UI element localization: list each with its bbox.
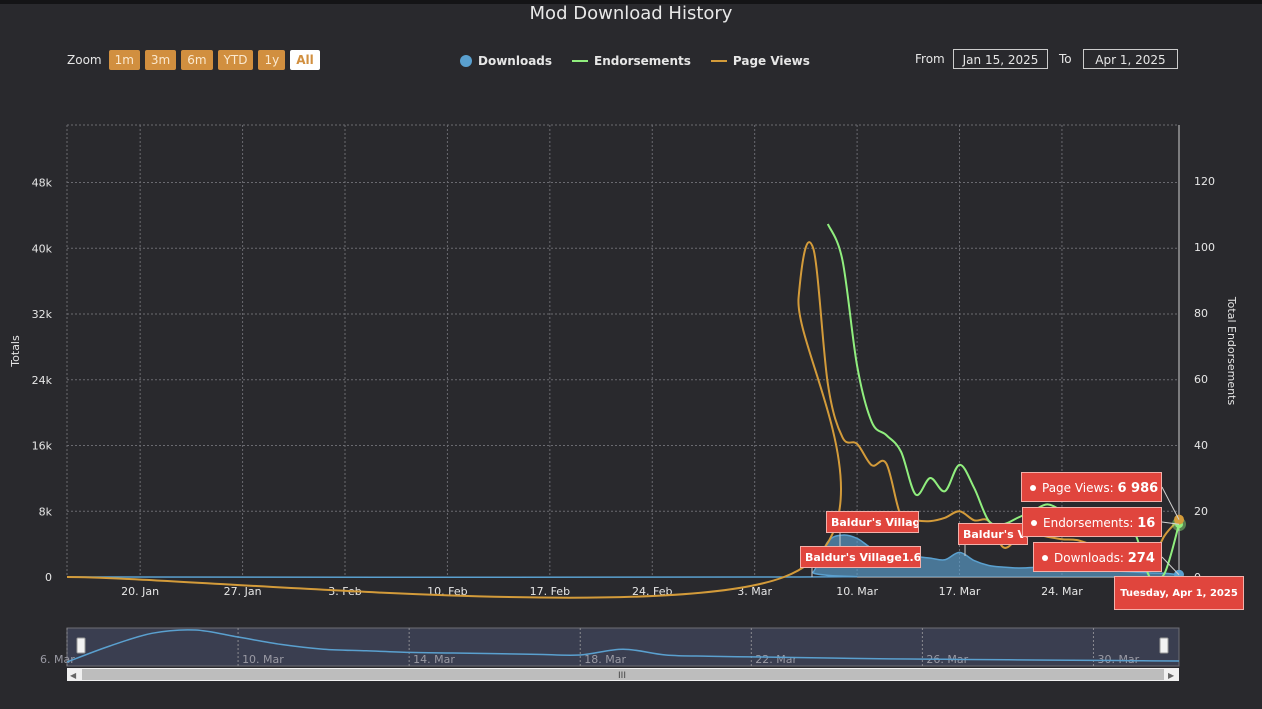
scrollbar-grip-icon: III (618, 671, 626, 681)
tooltip-downloads: Downloads: 274 (1033, 542, 1162, 572)
tooltip-endorsements: Endorsements: 16 (1022, 507, 1162, 537)
tooltip-page-views-value: 6 986 (1117, 481, 1159, 496)
navigator-tick-label: 10. Mar (242, 653, 284, 666)
navigator-tick-label: 22. Mar (755, 653, 797, 666)
y-right-tick-label: 20 (1194, 505, 1208, 518)
y-left-axis-title: Totals (9, 335, 22, 368)
x-tick-label: 10. Mar (836, 585, 878, 598)
y-right-tick-label: 40 (1194, 439, 1208, 452)
navigator-right-handle (1159, 637, 1169, 654)
tooltip-endorsements-value: 16 (1137, 516, 1156, 531)
x-tick-label: 17. Feb (530, 585, 570, 598)
y-left-tick-label: 32k (32, 308, 53, 321)
y-left-tick-label: 16k (32, 440, 53, 453)
tooltip-downloads-label: Downloads: (1054, 551, 1128, 565)
y-right-tick-label: 100 (1194, 241, 1215, 254)
flag-release-1-6-0[interactable]: Baldur's Village1.6.0 (800, 546, 921, 568)
navigator-tick-label: 6. Mar (40, 653, 75, 666)
tooltip-date: Tuesday, Apr 1, 2025 (1114, 576, 1244, 610)
flag-label: Baldur's Village1.6.0 (805, 551, 921, 564)
y-left-tick-label: 24k (32, 374, 53, 387)
y-right-tick-label: 80 (1194, 307, 1208, 320)
y-left-tick-label: 40k (32, 242, 53, 255)
scroll-right-arrow-icon: ▶ (1168, 671, 1175, 680)
flag-label: Baldur's Village (831, 516, 919, 529)
tooltip-connector (1161, 486, 1180, 520)
scroll-left-arrow-icon: ◀ (70, 671, 77, 680)
tooltip-page-views: Page Views: 6 986 (1021, 472, 1162, 502)
y-left-tick-label: 48k (32, 177, 53, 190)
x-tick-label: 17. Mar (939, 585, 981, 598)
tooltip-downloads-value: 274 (1127, 551, 1155, 566)
flag-release-baldurs-vil[interactable]: Baldur's Vil (958, 523, 1028, 545)
tooltip-endorsements-label: Endorsements: (1043, 516, 1138, 530)
chart-canvas: 08k16k24k32k40k48k02040608010012020. Jan… (9, 124, 1238, 681)
y-right-tick-label: 60 (1194, 373, 1208, 386)
grid-lines (66, 124, 1179, 577)
y-left-tick-label: 0 (45, 571, 52, 584)
navigator-tick-label: 18. Mar (584, 653, 626, 666)
navigator[interactable]: 6. Mar 10. Mar 14. Mar 18. Mar 22. Mar 26. Ma… (40, 627, 1180, 681)
flag-label: Baldur's Vil (963, 528, 1028, 541)
x-tick-label: 20. Jan (121, 585, 159, 598)
navigator-left-handle (76, 637, 86, 654)
navigator-tick-label: 14. Mar (413, 653, 455, 666)
tooltip-page-views-label: Page Views: (1042, 481, 1118, 495)
y-left-tick-label: 8k (39, 505, 53, 518)
x-tick-label: 24. Mar (1041, 585, 1083, 598)
flag-release-baldurs-village[interactable]: Baldur's Village (826, 511, 919, 533)
navigator-tick-label: 30. Mar (1097, 653, 1139, 666)
y-right-tick-label: 120 (1194, 175, 1215, 188)
y-right-axis-title: Total Endorsements (1225, 296, 1238, 406)
